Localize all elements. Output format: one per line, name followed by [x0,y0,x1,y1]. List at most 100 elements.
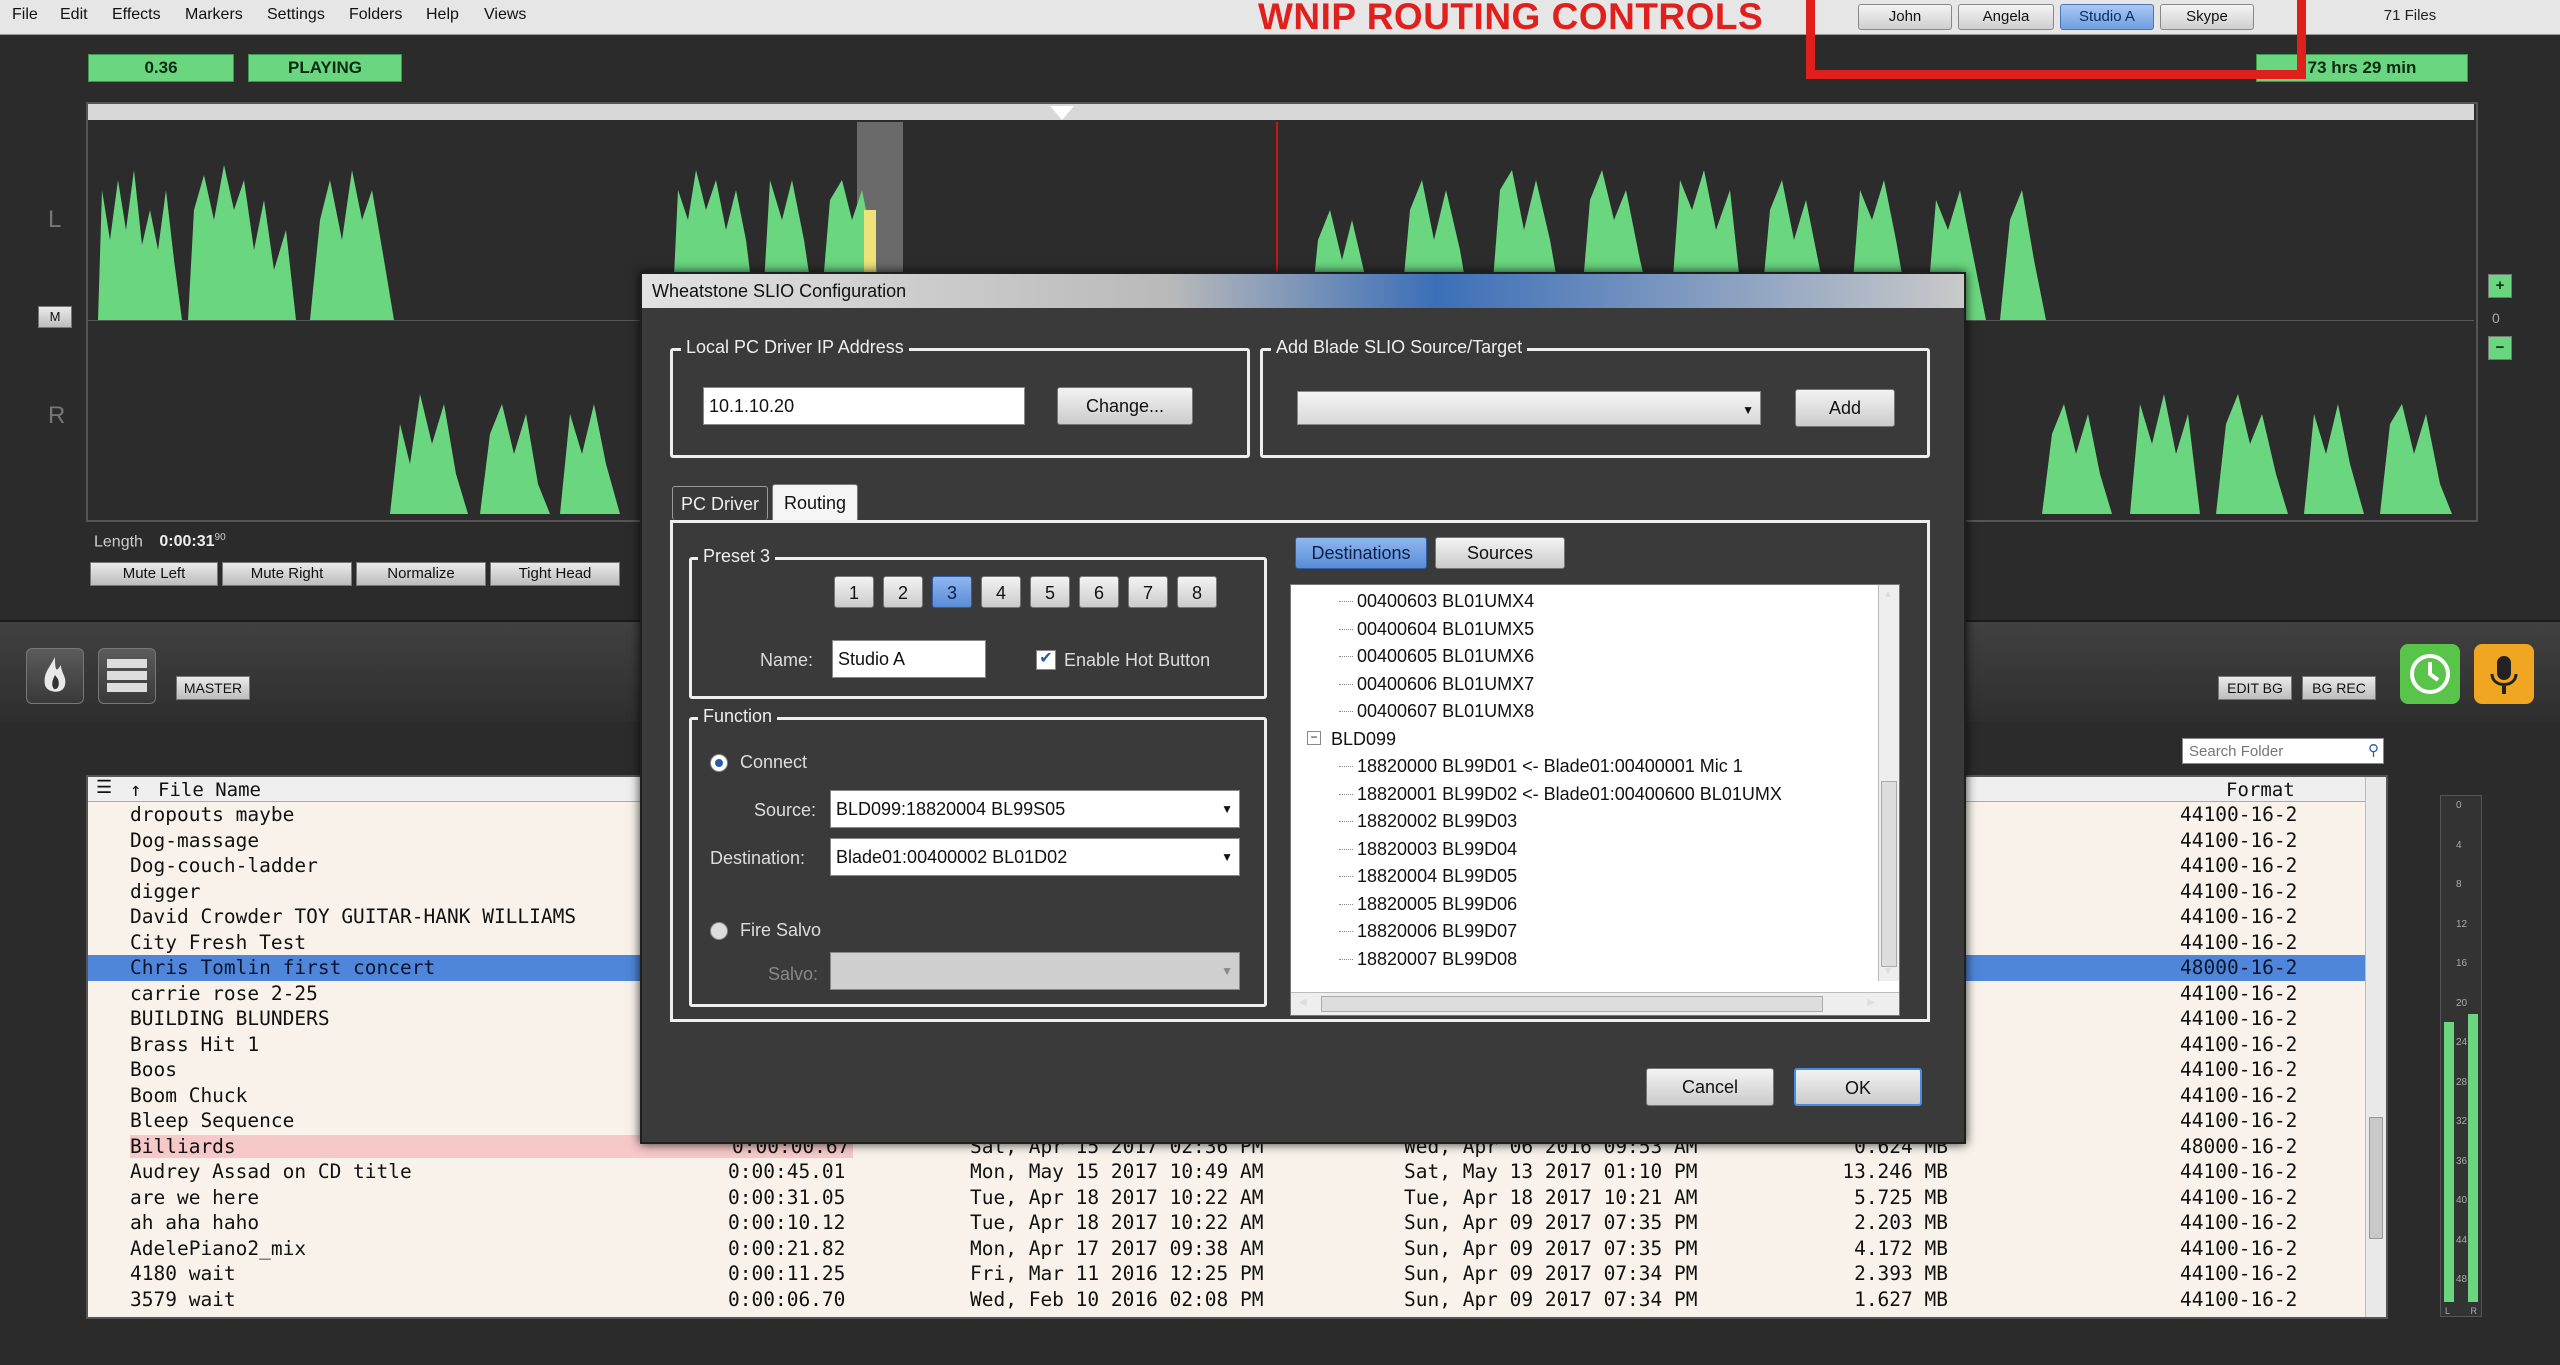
tree-node[interactable]: 18820002 BL99D03 [1357,811,1517,832]
table-row[interactable]: ah aha haho 0:00:10.12 Tue, Apr 18 2017 10… [88,1210,2386,1236]
menu-views[interactable]: Views [484,6,526,24]
scroll-left-icon[interactable]: ◀ [1299,997,1307,1008]
burn-icon[interactable] [26,648,84,704]
modified-date-cell: Mon, Apr 17 2017 09:38 AM [970,1236,1264,1260]
tree-node[interactable]: 18820004 BL99D05 [1357,866,1517,887]
tab-destinations[interactable]: Destinations [1295,537,1427,569]
preset-button-2[interactable]: 2 [883,576,923,608]
playlist-icon[interactable] [98,648,156,704]
file-name-cell: Dog-massage [130,828,260,852]
salvo-select[interactable]: ▼ [830,952,1240,990]
preset-name-field[interactable]: Studio A [832,640,986,678]
bg-rec-button[interactable]: BG REC [2302,676,2376,700]
tree-node[interactable]: 00400607 BL01UMX8 [1357,701,1534,722]
ok-button[interactable]: OK [1794,1068,1922,1106]
tree-node[interactable]: 18820006 BL99D07 [1357,921,1517,942]
menu-help[interactable]: Help [426,6,459,24]
tree-node[interactable]: 18820005 BL99D06 [1357,894,1517,915]
preset-button-3[interactable]: 3 [932,576,972,608]
table-row[interactable]: AdelePiano2_mix 0:00:21.82 Mon, Apr 17 201… [88,1236,2386,1262]
search-box[interactable]: ⚲ [2182,738,2384,764]
tree-node[interactable]: 18820003 BL99D04 [1357,839,1517,860]
tree-vscrollbar[interactable]: ▲ ▼ [1878,585,1899,981]
scroll-up-icon[interactable]: ▲ [1883,589,1893,600]
clock-icon[interactable] [2400,644,2460,704]
search-input[interactable] [2183,739,2359,763]
blade-select[interactable]: ▼ [1297,391,1761,425]
dropdown-arrow-icon[interactable]: ▼ [1742,392,1754,428]
preset-button-6[interactable]: 6 [1079,576,1119,608]
source-label: Source: [754,800,817,820]
preset-button-8[interactable]: 8 [1177,576,1217,608]
preset-button-4[interactable]: 4 [981,576,1021,608]
destinations-tree[interactable]: 00400603 BL01UMX4 00400604 BL01UMX5 004006… [1290,584,1900,1016]
preset-button-7[interactable]: 7 [1128,576,1168,608]
source-select[interactable]: BLD099:18820004 BL99S05 ▼ [830,790,1240,828]
connect-radio[interactable] [710,754,728,772]
zoom-in-button[interactable]: + [2488,274,2512,298]
change-button[interactable]: Change... [1057,387,1193,425]
tab-pc-driver[interactable]: PC Driver [672,486,768,520]
column-file-name[interactable]: File Name [158,779,261,801]
scroll-down-icon[interactable]: ▼ [1883,966,1893,977]
fire-salvo-radio[interactable] [710,922,728,940]
column-format[interactable]: Format [2226,779,2295,801]
search-icon[interactable]: ⚲ [2368,741,2379,759]
preset-group-label: Preset 3 [698,546,776,567]
format-cell: 44100-16-2 [2180,828,2298,852]
table-row[interactable]: are we here 0:00:31.05 Tue, Apr 18 2017 10… [88,1185,2386,1211]
tree-node[interactable]: 18820000 BL99D01 <- Blade01:00400001 Mic… [1357,756,1743,777]
tree-vscroll-thumb[interactable] [1881,781,1897,967]
sort-indicator-icon[interactable]: ↑ [130,779,141,801]
menu-folders[interactable]: Folders [349,6,402,24]
tab-routing[interactable]: Routing [772,484,858,522]
collapse-icon[interactable]: − [1307,730,1321,745]
mute-right-button[interactable]: Mute Right [222,562,352,586]
playhead-marker-icon[interactable] [1050,106,1074,120]
dialog-title: Wheatstone SLIO Configuration [652,281,907,301]
tree-node[interactable]: 18820007 BL99D08 [1357,949,1517,970]
tree-hscroll-thumb[interactable] [1321,996,1823,1012]
tree-node[interactable]: 00400606 BL01UMX7 [1357,674,1534,695]
zoom-out-button[interactable]: − [2488,336,2512,360]
hot-button-checkbox[interactable]: ✔ [1036,650,1056,670]
menu-edit[interactable]: Edit [60,6,88,24]
tree-hscrollbar[interactable]: ◀ ▶ [1291,992,1899,1015]
timeline-ruler[interactable] [88,104,2474,120]
tree-group-node[interactable]: BLD099 [1331,729,1396,750]
menu-markers[interactable]: Markers [185,6,243,24]
scroll-right-icon[interactable]: ▶ [1867,997,1875,1008]
microphone-icon[interactable] [2474,644,2534,704]
table-row[interactable]: 4180 wait 0:00:11.25 Fri, Mar 11 2016 12:2… [88,1261,2386,1287]
menu-effects[interactable]: Effects [112,6,161,24]
tree-node[interactable]: 18820001 BL99D02 <- Blade01:00400600 BL0… [1357,784,1782,805]
tight-head-button[interactable]: Tight Head [490,562,620,586]
mute-left-button[interactable]: Mute Left [90,562,218,586]
tree-connector [1339,683,1353,685]
length-fraction: 90 [214,532,226,543]
ip-address-field[interactable]: 10.1.10.20 [703,387,1025,425]
column-menu-icon[interactable]: ☰ [96,777,112,798]
salvo-dropdown-icon[interactable]: ▼ [1221,953,1233,989]
preset-button-5[interactable]: 5 [1030,576,1070,608]
master-button[interactable]: MASTER [176,676,250,700]
table-row[interactable]: 3579 wait 0:00:06.70 Wed, Feb 10 2016 02:0… [88,1287,2386,1313]
table-row[interactable]: Audrey Assad on CD title 0:00:45.01 Mon, M… [88,1159,2386,1185]
file-list-scrollbar[interactable] [2365,777,2386,1317]
edit-bg-button[interactable]: EDIT BG [2218,676,2292,700]
destination-dropdown-icon[interactable]: ▼ [1221,839,1233,875]
destination-select[interactable]: Blade01:00400002 BL01D02 ▼ [830,838,1240,876]
tree-node[interactable]: 00400605 BL01UMX6 [1357,646,1534,667]
normalize-button[interactable]: Normalize [356,562,486,586]
add-button[interactable]: Add [1795,389,1895,427]
scrollbar-thumb[interactable] [2369,1117,2383,1239]
tree-node[interactable]: 00400603 BL01UMX4 [1357,591,1534,612]
mono-button[interactable]: M [38,306,72,328]
tree-node[interactable]: 00400604 BL01UMX5 [1357,619,1534,640]
tab-sources[interactable]: Sources [1435,537,1565,569]
menu-settings[interactable]: Settings [267,6,325,24]
cancel-button[interactable]: Cancel [1646,1068,1774,1106]
preset-button-1[interactable]: 1 [834,576,874,608]
menu-file[interactable]: File [12,6,38,24]
source-dropdown-icon[interactable]: ▼ [1221,791,1233,827]
